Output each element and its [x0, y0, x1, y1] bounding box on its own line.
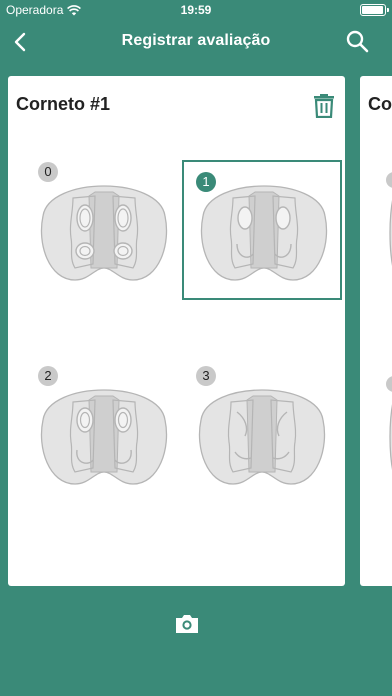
page-title: Registrar avaliação [121, 32, 271, 49]
grade-badge-selected: 1 [196, 172, 216, 192]
search-icon[interactable] [344, 28, 372, 56]
grade-option-0[interactable]: 0 [24, 162, 184, 302]
grade-badge: 2 [38, 366, 58, 386]
clock: 19:59 [180, 3, 212, 17]
next-card-illustration [386, 376, 392, 470]
grade-option-3[interactable]: 3 [182, 366, 342, 506]
grade-badge: 3 [196, 366, 216, 386]
grade-option-2[interactable]: 2 [24, 366, 184, 506]
turbinate-illustration-grade-2 [40, 389, 168, 485]
grade-badge: 0 [38, 162, 58, 182]
next-card-title: Co [368, 94, 392, 114]
card-title: Corneto #1 [16, 94, 111, 114]
nav-bar: Registrar avaliação [0, 20, 392, 64]
next-card-illustration [386, 172, 392, 266]
grade-option-1[interactable]: 1 [182, 160, 342, 300]
turbinate-illustration-grade-3 [198, 389, 326, 485]
trash-icon[interactable] [313, 92, 335, 118]
camera-icon[interactable] [173, 610, 201, 638]
status-bar: Operadora 19:59 [0, 0, 392, 20]
battery-icon [360, 4, 389, 16]
evaluation-card: Corneto #1 0 1 2 3 [8, 76, 345, 586]
turbinate-illustration-grade-0 [40, 185, 168, 281]
next-card-peek[interactable]: Co [360, 76, 392, 586]
screen: Operadora 19:59 Registrar avaliação Corn… [0, 0, 392, 696]
